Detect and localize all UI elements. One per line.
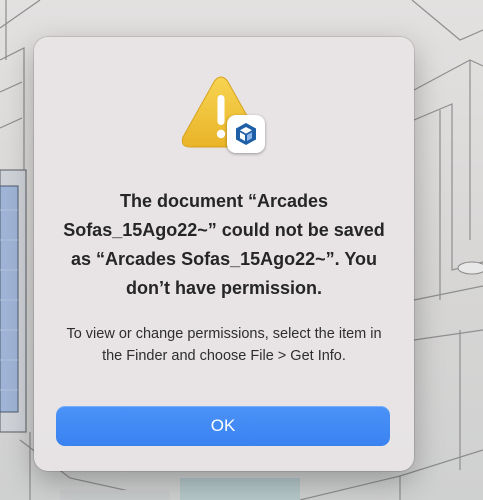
ok-button[interactable]: OK xyxy=(56,406,390,446)
permission-alert-dialog: The document “Arcades Sofas_15Ago22~” co… xyxy=(34,37,414,471)
sketchup-logo-icon xyxy=(236,123,256,145)
alert-icon-group xyxy=(180,75,266,155)
sketchup-app-icon xyxy=(227,115,265,153)
alert-message: To view or change permissions, select th… xyxy=(66,326,382,364)
alert-title: The document “Arcades Sofas_15Ago22~” co… xyxy=(63,191,385,298)
